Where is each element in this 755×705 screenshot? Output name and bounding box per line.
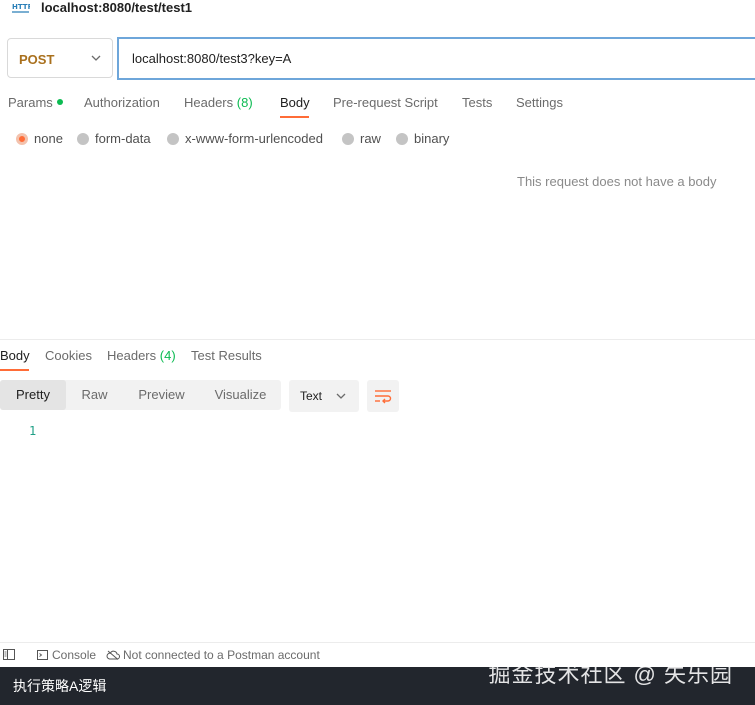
radio-selected-icon	[16, 133, 28, 145]
radio-binary[interactable]: binary	[396, 131, 449, 146]
radio-x-www-form-urlencoded[interactable]: x-www-form-urlencoded	[167, 131, 323, 146]
svg-text:HTTP: HTTP	[12, 3, 30, 11]
radio-icon	[167, 133, 179, 145]
console-output-panel: 执行策略A逻辑 掘金技术社区 @ 失乐园	[0, 662, 755, 705]
line-number: 1	[29, 424, 37, 438]
active-response-tab-indicator	[0, 369, 29, 371]
pane-divider[interactable]	[0, 339, 755, 340]
wrap-lines-icon	[375, 390, 392, 404]
format-label: Text	[300, 389, 323, 403]
response-tab-body[interactable]: Body	[0, 348, 30, 363]
http-request-icon: HTTP	[12, 3, 30, 13]
console-icon	[37, 650, 48, 660]
console-output-text: 执行策略A逻辑	[13, 678, 107, 694]
tab-settings[interactable]: Settings	[516, 95, 563, 110]
radio-icon	[396, 133, 408, 145]
radio-label: form-data	[95, 131, 151, 146]
radio-raw[interactable]: raw	[342, 131, 381, 146]
format-select[interactable]: Text	[289, 380, 359, 412]
empty-body-message: This request does not have a body	[517, 174, 717, 189]
radio-form-data[interactable]: form-data	[77, 131, 151, 146]
radio-label: binary	[414, 131, 450, 146]
chevron-down-icon	[336, 393, 346, 399]
request-title: localhost:8080/test/test1	[41, 0, 193, 15]
view-visualize[interactable]: Visualize	[200, 380, 281, 410]
headers-count: (8)	[236, 95, 253, 110]
tab-params-label: Params	[8, 95, 53, 110]
tab-pre-request-script[interactable]: Pre-request Script	[333, 95, 438, 110]
radio-label: raw	[360, 131, 381, 146]
sidebar-toggle-icon[interactable]	[3, 649, 15, 660]
method-label: POST	[19, 52, 55, 67]
response-tab-headers-label: Headers	[107, 348, 157, 363]
tab-params[interactable]: Params	[8, 95, 63, 110]
view-mode-selector: Pretty Raw Preview Visualize	[0, 380, 281, 410]
tab-headers[interactable]: Headers (8)	[184, 95, 253, 110]
tab-authorization[interactable]: Authorization	[84, 95, 160, 110]
active-tab-indicator	[280, 116, 309, 118]
url-input[interactable]: localhost:8080/test3?key=A	[117, 37, 755, 80]
watermark: 掘金技术社区 @ 失乐园	[488, 662, 733, 687]
response-tab-test-results[interactable]: Test Results	[191, 348, 262, 363]
radio-label: none	[34, 131, 63, 146]
tab-headers-label: Headers	[184, 95, 234, 110]
view-raw[interactable]: Raw	[66, 380, 123, 410]
radio-none[interactable]: none	[16, 131, 63, 146]
response-tab-cookies[interactable]: Cookies	[45, 348, 92, 363]
cloud-offline-icon	[106, 650, 120, 660]
params-indicator-dot	[56, 99, 63, 105]
radio-icon	[77, 133, 89, 145]
method-select[interactable]: POST	[7, 38, 113, 78]
connection-status[interactable]: Not connected to a Postman account	[123, 648, 320, 662]
view-preview[interactable]: Preview	[123, 380, 200, 410]
tab-tests[interactable]: Tests	[462, 95, 492, 110]
response-tab-headers[interactable]: Headers (4)	[107, 348, 176, 363]
response-headers-count: (4)	[159, 348, 176, 363]
radio-label: x-www-form-urlencoded	[185, 131, 323, 146]
tab-body[interactable]: Body	[280, 95, 310, 110]
radio-icon	[342, 133, 354, 145]
chevron-down-icon	[91, 55, 101, 61]
view-pretty[interactable]: Pretty	[0, 380, 66, 410]
wrap-lines-button[interactable]	[367, 380, 399, 412]
console-button[interactable]: Console	[52, 648, 96, 662]
url-text: localhost:8080/test3?key=A	[132, 51, 292, 66]
